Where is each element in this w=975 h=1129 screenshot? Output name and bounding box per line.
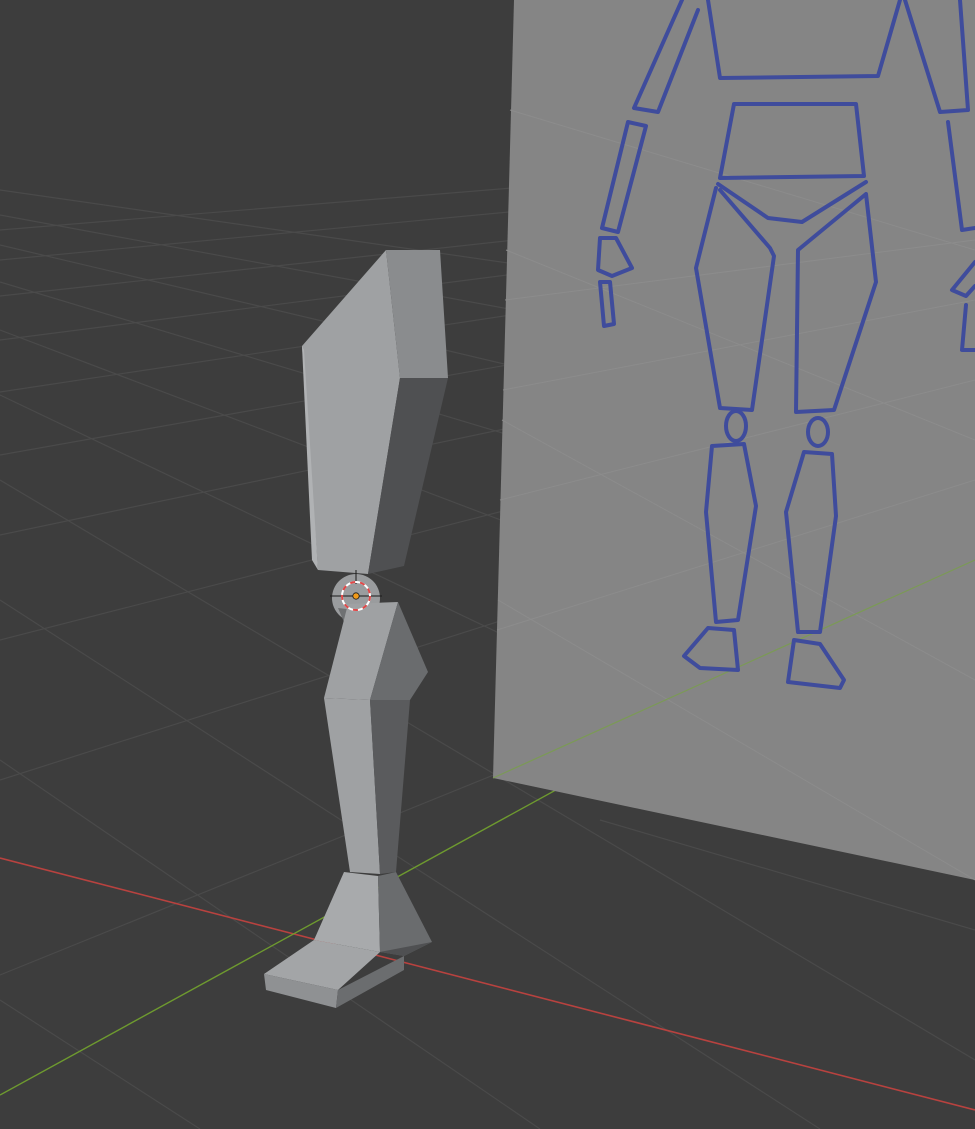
- reference-image-plane[interactable]: [492, 0, 975, 881]
- object-origin-dot: [352, 592, 360, 600]
- 3d-viewport[interactable]: [0, 0, 975, 1129]
- viewport-canvas[interactable]: [0, 0, 975, 1129]
